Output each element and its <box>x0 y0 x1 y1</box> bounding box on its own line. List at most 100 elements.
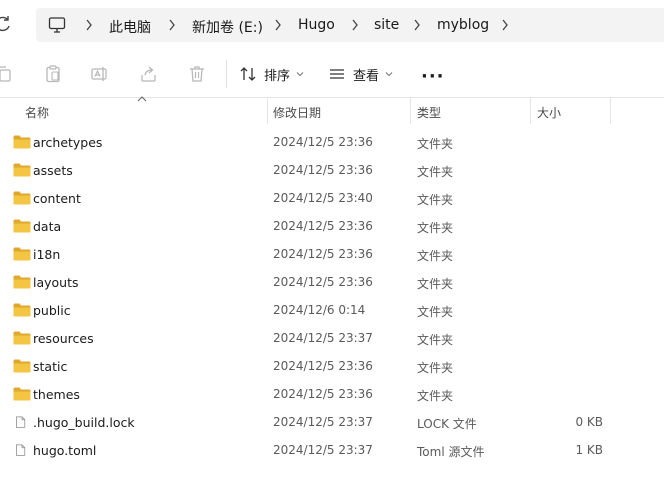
file-row[interactable]: .hugo_build.lock 2024/12/5 23:37 LOCK 文件 0 … <box>0 408 664 436</box>
file-type: Toml 源文件 <box>417 445 485 459</box>
breadcrumb[interactable]: 此电脑 新加卷 (E:) Hugo site myblog <box>36 8 664 42</box>
file-type: 文件夹 <box>417 221 454 235</box>
file-type: 文件夹 <box>417 165 454 179</box>
chevron-right-icon[interactable] <box>273 18 283 32</box>
file-date: 2024/12/5 23:36 <box>273 219 373 233</box>
file-date: 2024/12/5 23:37 <box>273 443 373 457</box>
chevron-right-icon[interactable] <box>412 18 422 32</box>
folder-icon <box>13 275 31 289</box>
file-date: 2024/12/5 23:36 <box>273 359 373 373</box>
file-name[interactable]: hugo.toml <box>33 443 96 458</box>
breadcrumb-item-current[interactable]: myblog <box>437 17 489 33</box>
file-row[interactable]: hugo.toml 2024/12/5 23:37 Toml 源文件 1 KB <box>0 436 664 464</box>
file-date: 2024/12/5 23:37 <box>273 415 373 429</box>
file-name[interactable]: archetypes <box>33 135 102 150</box>
chevron-down-icon <box>385 72 393 77</box>
column-header-type[interactable]: 类型 <box>417 104 441 121</box>
chevron-right-icon[interactable] <box>500 18 510 32</box>
column-divider[interactable] <box>410 98 411 124</box>
folder-icon <box>13 387 31 401</box>
folder-icon <box>13 163 31 177</box>
file-type: 文件夹 <box>417 333 454 347</box>
file-type: 文件夹 <box>417 361 454 375</box>
file-row[interactable]: archetypes 2024/12/5 23:36 文件夹 <box>0 128 664 156</box>
folder-icon <box>13 219 31 233</box>
view-label: 查看 <box>353 68 380 84</box>
file-name[interactable]: assets <box>33 163 73 178</box>
breadcrumb-item[interactable]: Hugo <box>298 17 335 33</box>
folder-icon <box>13 331 31 345</box>
file-size: 0 KB <box>575 415 603 429</box>
file-list: archetypes 2024/12/5 23:36 文件夹 assets 2024/1… <box>0 128 664 464</box>
column-divider[interactable] <box>530 98 531 124</box>
file-date: 2024/12/5 23:36 <box>273 247 373 261</box>
file-row[interactable]: layouts 2024/12/5 23:36 文件夹 <box>0 268 664 296</box>
view-icon <box>330 69 344 79</box>
file-date: 2024/12/5 23:40 <box>273 191 373 205</box>
file-row[interactable]: content 2024/12/5 23:40 文件夹 <box>0 184 664 212</box>
rename-icon[interactable] <box>90 64 110 84</box>
file-name[interactable]: layouts <box>33 275 79 290</box>
file-name[interactable]: i18n <box>33 247 60 262</box>
sort-button[interactable]: 排序 <box>239 63 311 85</box>
file-row[interactable]: static 2024/12/5 23:36 文件夹 <box>0 352 664 380</box>
folder-icon <box>13 191 31 205</box>
file-date: 2024/12/5 23:36 <box>273 387 373 401</box>
this-pc-icon[interactable] <box>48 16 66 34</box>
file-row[interactable]: resources 2024/12/5 23:37 文件夹 <box>0 324 664 352</box>
column-header-row: 名称 修改日期 类型 大小 <box>0 98 664 124</box>
file-type: 文件夹 <box>417 137 454 151</box>
column-header-date[interactable]: 修改日期 <box>273 104 321 121</box>
column-header-name[interactable]: 名称 <box>25 104 49 121</box>
file-row[interactable]: public 2024/12/6 0:14 文件夹 <box>0 296 664 324</box>
file-type: 文件夹 <box>417 249 454 263</box>
file-type: 文件夹 <box>417 193 454 207</box>
paste-icon[interactable] <box>43 64 63 84</box>
file-date: 2024/12/5 23:36 <box>273 135 373 149</box>
file-name[interactable]: data <box>33 219 61 234</box>
file-name[interactable]: static <box>33 359 67 374</box>
share-icon[interactable] <box>139 64 159 84</box>
folder-icon <box>13 135 31 149</box>
file-type: 文件夹 <box>417 277 454 291</box>
file-name[interactable]: resources <box>33 331 94 346</box>
address-bar: 此电脑 新加卷 (E:) Hugo site myblog <box>0 0 664 50</box>
chevron-right-icon[interactable] <box>350 18 360 32</box>
command-bar: 排序 查看 ··· <box>0 50 664 98</box>
chevron-right-icon[interactable] <box>84 18 94 32</box>
breadcrumb-item[interactable]: site <box>374 17 399 33</box>
column-header-size[interactable]: 大小 <box>537 104 561 121</box>
file-size: 1 KB <box>575 443 603 457</box>
file-icon <box>16 444 26 456</box>
copy-icon[interactable] <box>0 64 14 84</box>
more-options-button[interactable]: ··· <box>421 66 445 87</box>
column-divider[interactable] <box>267 98 268 124</box>
toolbar-divider <box>226 60 227 88</box>
file-date: 2024/12/5 23:36 <box>273 275 373 289</box>
breadcrumb-item[interactable]: 此电脑 <box>109 17 151 37</box>
file-name[interactable]: public <box>33 303 71 318</box>
folder-icon <box>13 359 31 373</box>
chevron-right-icon[interactable] <box>167 18 177 32</box>
file-name[interactable]: content <box>33 191 81 206</box>
file-row[interactable]: themes 2024/12/5 23:36 文件夹 <box>0 380 664 408</box>
file-row[interactable]: i18n 2024/12/5 23:36 文件夹 <box>0 240 664 268</box>
file-row[interactable]: assets 2024/12/5 23:36 文件夹 <box>0 156 664 184</box>
sort-icon <box>240 67 256 81</box>
sort-label: 排序 <box>264 68 291 84</box>
column-divider[interactable] <box>610 98 611 124</box>
folder-icon <box>13 247 31 261</box>
file-type: 文件夹 <box>417 389 454 403</box>
file-date: 2024/12/5 23:36 <box>273 163 373 177</box>
file-icon <box>16 416 26 428</box>
folder-icon <box>13 303 31 317</box>
breadcrumb-item[interactable]: 新加卷 (E:) <box>192 17 263 37</box>
view-button[interactable]: 查看 <box>328 63 400 85</box>
delete-icon[interactable] <box>187 64 207 84</box>
file-name[interactable]: themes <box>33 387 80 402</box>
file-row[interactable]: data 2024/12/5 23:36 文件夹 <box>0 212 664 240</box>
sort-ascending-icon <box>137 96 147 102</box>
refresh-icon[interactable] <box>0 15 12 33</box>
file-name[interactable]: .hugo_build.lock <box>33 415 135 430</box>
file-type: LOCK 文件 <box>417 417 477 431</box>
